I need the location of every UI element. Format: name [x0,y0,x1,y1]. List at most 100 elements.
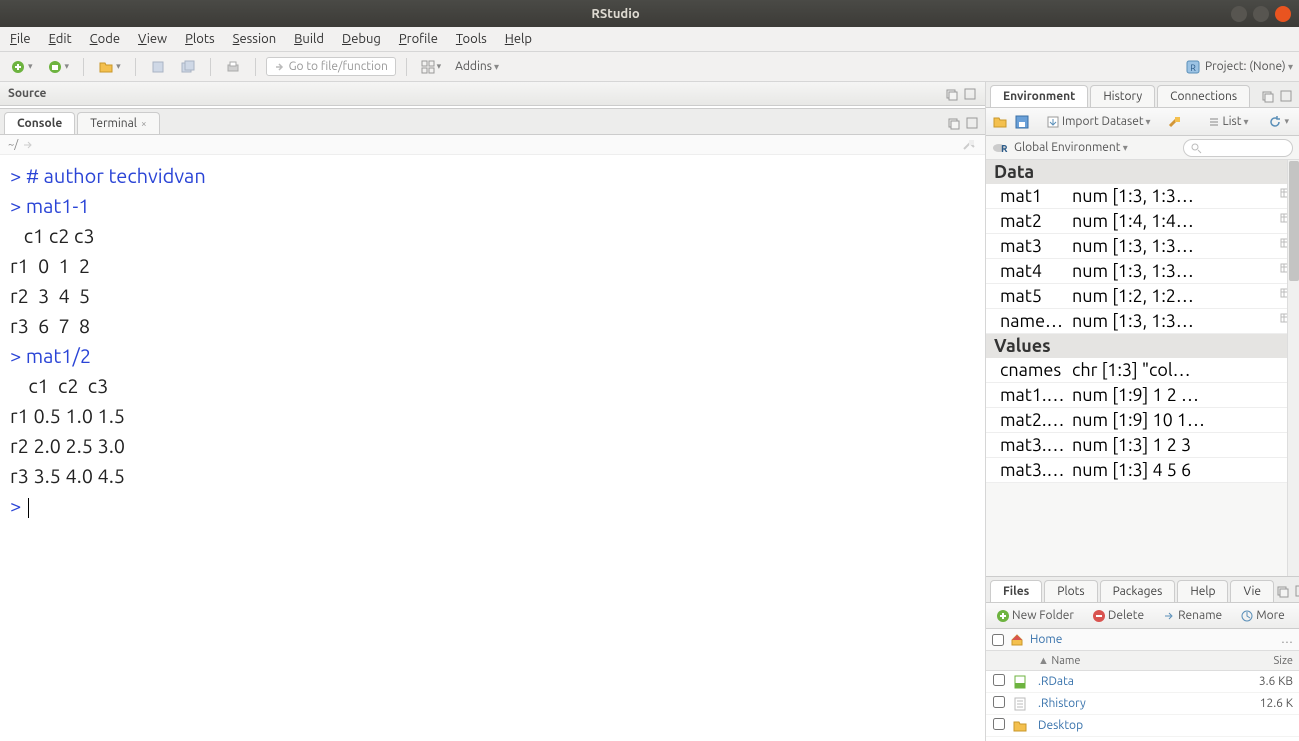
tab-files[interactable]: Files [990,580,1042,602]
env-row[interactable]: mat1.…num [1:9] 1 2 … [986,383,1299,408]
tab-viewer[interactable]: Vie [1230,580,1274,602]
tab-environment[interactable]: Environment [990,85,1088,107]
env-scope-bar: R Global Environment [986,136,1299,160]
minimize-pane-icon[interactable] [945,87,959,101]
save-button[interactable] [146,57,170,77]
env-scope-selector[interactable]: Global Environment [1014,141,1128,154]
new-project-button[interactable]: ▾ [43,57,74,77]
more-button[interactable]: More [1236,607,1289,625]
file-row[interactable]: Desktop [986,715,1299,737]
maximize-window-button[interactable] [1253,6,1269,22]
close-window-button[interactable] [1275,6,1291,22]
maximize-files-icon[interactable] [1294,584,1299,598]
project-menu[interactable]: Project: (None) [1205,60,1293,73]
tab-connections[interactable]: Connections [1157,85,1250,107]
svg-text:R: R [1001,143,1008,154]
menu-build[interactable]: Build [294,32,324,46]
tab-terminal[interactable]: Terminal× [77,112,159,134]
env-row[interactable]: mat2.…num [1:9] 10 1… [986,408,1299,433]
files-breadcrumb: Home … [986,629,1299,651]
new-file-button[interactable]: ▾ [6,57,37,77]
clear-workspace-icon[interactable] [1167,114,1183,130]
maximize-console-icon[interactable] [965,116,979,130]
tab-history[interactable]: History [1090,85,1155,107]
env-row[interactable]: mat5num [1:2, 1:2… [986,284,1299,309]
select-all-checkbox[interactable] [992,634,1004,646]
console-output[interactable]: > # author techvidvan > mat1-1 c1 c2 c3 … [0,155,985,741]
breadcrumb-home[interactable]: Home [1030,633,1062,646]
files-toolbar: New Folder Delete Rename More [986,603,1299,629]
goto-file-input[interactable]: Go to file/function [266,57,396,76]
maximize-env-icon[interactable] [1279,89,1293,103]
env-row[interactable]: mat4num [1:3, 1:3… [986,259,1299,284]
console-working-dir[interactable]: ~/ [8,139,18,151]
file-checkbox[interactable] [993,696,1005,708]
print-button[interactable] [221,57,245,77]
r-logo-icon: R [992,140,1008,156]
files-list: .RData3.6 KB.Rhistory12.6 KDesktop [986,671,1299,741]
save-all-button[interactable] [176,57,200,77]
menu-tools[interactable]: Tools [456,32,487,46]
env-category: Values [986,334,1299,358]
menu-code[interactable]: Code [90,32,120,46]
open-file-button[interactable]: ▾ [94,57,125,77]
save-workspace-icon[interactable] [1014,114,1030,130]
file-row[interactable]: .Rhistory12.6 K [986,693,1299,715]
minimize-window-button[interactable] [1231,6,1247,22]
goto-file-placeholder: Go to file/function [289,60,388,73]
window-title: RStudio [0,7,1231,21]
rename-button[interactable]: Rename [1158,607,1226,625]
list-view-toggle[interactable]: List [1204,113,1252,130]
env-row[interactable]: mat3num [1:3, 1:3… [986,234,1299,259]
addins-menu[interactable]: Addins [451,58,503,75]
tab-plots[interactable]: Plots [1044,580,1097,602]
env-row[interactable]: cnameschr [1:3] "col… [986,358,1299,383]
files-tabstrip: Files Plots Packages Help Vie [986,577,1299,603]
path-more-icon[interactable]: … [1281,633,1293,646]
env-category: Data [986,160,1299,184]
close-icon[interactable]: × [141,118,147,129]
workspace-panes-button[interactable]: ▾ [417,58,446,76]
import-dataset-button[interactable]: Import Dataset [1042,113,1155,131]
env-tabstrip: Environment History Connections [986,82,1299,108]
file-checkbox[interactable] [993,718,1005,730]
minimize-console-icon[interactable] [947,116,961,130]
minimize-files-icon[interactable] [1276,584,1290,598]
tab-help[interactable]: Help [1177,580,1228,602]
menu-session[interactable]: Session [233,32,276,46]
clear-console-icon[interactable] [961,137,977,153]
env-search-input[interactable] [1183,139,1293,157]
popout-icon[interactable] [22,139,34,151]
refresh-env-button[interactable]: ▾ [1264,113,1293,131]
env-row[interactable]: mat2num [1:4, 1:4… [986,209,1299,234]
tab-console[interactable]: Console [4,112,75,134]
env-list[interactable]: Datamat1num [1:3, 1:3…mat2num [1:4, 1:4…… [986,160,1299,576]
env-row[interactable]: mat3.…num [1:3] 1 2 3 [986,433,1299,458]
file-checkbox[interactable] [993,674,1005,686]
tab-packages[interactable]: Packages [1100,580,1176,602]
file-row[interactable]: .RData3.6 KB [986,671,1299,693]
minimize-env-icon[interactable] [1261,89,1275,103]
env-row[interactable]: named…num [1:3, 1:3… [986,309,1299,334]
env-scrollbar[interactable] [1287,160,1299,576]
menu-debug[interactable]: Debug [342,32,381,46]
delete-button[interactable]: Delete [1088,607,1148,625]
env-toolbar: Import Dataset List ▾ [986,108,1299,136]
load-workspace-icon[interactable] [992,114,1008,130]
source-pane-header: Source [0,82,985,106]
env-row[interactable]: mat3.…num [1:3] 4 5 6 [986,458,1299,483]
new-folder-button[interactable]: New Folder [992,607,1078,625]
column-size-header[interactable]: Size [1274,655,1293,667]
menu-plots[interactable]: Plots [185,32,215,46]
menu-help[interactable]: Help [505,32,532,46]
menu-view[interactable]: View [138,32,167,46]
env-row[interactable]: mat1num [1:3, 1:3… [986,184,1299,209]
menu-profile[interactable]: Profile [399,32,438,46]
menu-file[interactable]: File [10,32,31,46]
console-subheader: ~/ [0,135,985,155]
column-name-header[interactable]: Name [1051,655,1080,667]
console-tabstrip: Console Terminal× [0,109,985,135]
menu-edit[interactable]: Edit [49,32,72,46]
maximize-pane-icon[interactable] [963,87,977,101]
home-icon[interactable] [1010,633,1024,647]
